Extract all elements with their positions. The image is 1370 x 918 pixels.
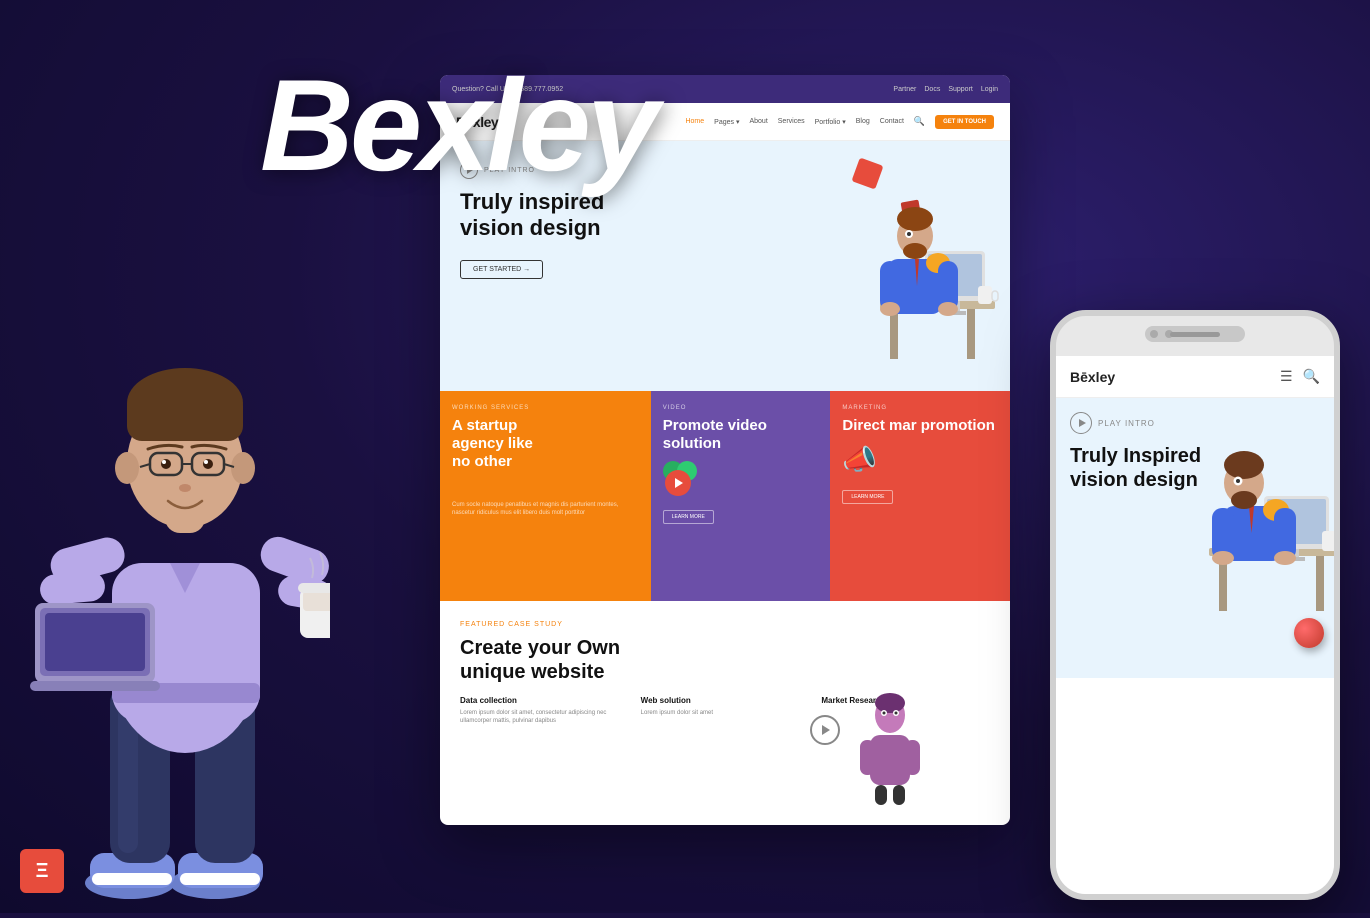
service-label-3: MARKETING: [842, 405, 998, 411]
mobile-screen: Bēxley ☰ 🔍 PLAY INTRO Truly Inspired vis…: [1056, 356, 1334, 894]
character-3d: [30, 233, 330, 913]
nav-item-contact[interactable]: Contact: [880, 118, 904, 125]
service-card-video: VIDEO Promote video solution LEARN MORE: [651, 391, 831, 601]
service-title-3: Direct mar promotion: [842, 417, 998, 435]
mobile-hero: PLAY INTRO Truly Inspired vision design: [1056, 398, 1334, 678]
desktop-services: WORKING SERVICES A startupagency likeno …: [440, 391, 1010, 601]
mobile-nav-icons: ☰ 🔍: [1280, 368, 1320, 385]
mobile-mockup: Bēxley ☰ 🔍 PLAY INTRO Truly Inspired vis…: [1050, 310, 1340, 900]
nav-item-pages[interactable]: Pages ▾: [714, 118, 739, 126]
mobile-nav: Bēxley ☰ 🔍: [1056, 356, 1334, 398]
nav-item-services[interactable]: Services: [778, 118, 805, 125]
service-card-marketing: MARKETING Direct mar promotion 📣 LEARN M…: [830, 391, 1010, 601]
mobile-play-label: PLAY INTRO: [1098, 419, 1155, 428]
mobile-play-circle[interactable]: [1070, 412, 1092, 434]
case-item-text-1: Lorem ipsum dolor sit amet, consectetur …: [460, 709, 629, 726]
case-item-title-2: Web solution: [641, 696, 810, 705]
video-play-button[interactable]: [665, 470, 691, 496]
service-title-2: Promote video solution: [663, 417, 819, 453]
case-item-data: Data collection Lorem ipsum dolor sit am…: [460, 696, 629, 726]
topbar-link-docs: Docs: [924, 86, 940, 93]
case-play-triangle: [822, 725, 830, 735]
case-item-web: Web solution Lorem ipsum dolor sit amet: [641, 696, 810, 726]
red-decorative-ball: [1294, 618, 1324, 648]
play-icon: [675, 478, 683, 488]
mobile-search-icon[interactable]: 🔍: [1303, 368, 1320, 385]
topbar-link-support: Support: [948, 86, 973, 93]
case-item-title-1: Data collection: [460, 696, 629, 705]
case-study-label: FEATURED CASE STUDY: [460, 621, 990, 628]
case-study-title: Create your Own unique website: [460, 636, 990, 684]
elementor-badge[interactable]: Ξ: [20, 849, 64, 893]
hero-worker-figure: [870, 171, 1000, 371]
nav-item-blog[interactable]: Blog: [856, 118, 870, 125]
case-study-figure: [850, 685, 930, 805]
service-card-startup: WORKING SERVICES A startupagency likeno …: [440, 391, 651, 601]
mobile-camera: [1150, 330, 1158, 338]
learn-more-video[interactable]: LEARN MORE: [663, 510, 714, 524]
mobile-logo: Bēxley: [1070, 369, 1115, 385]
elementor-symbol: Ξ: [36, 860, 49, 883]
nav-item-portfolio[interactable]: Portfolio ▾: [815, 118, 846, 126]
nav-search-icon[interactable]: 🔍: [914, 116, 925, 127]
video-icon-group: [663, 461, 713, 496]
case-study-play-button[interactable]: [810, 715, 840, 745]
service-label-2: VIDEO: [663, 405, 819, 411]
brand-title: Bexley: [260, 60, 655, 190]
hero-cta-button[interactable]: GET STARTED →: [460, 260, 543, 279]
mobile-hero-figure: [1204, 418, 1334, 618]
service-title-1: A startupagency likeno other: [452, 417, 639, 471]
megaphone-icon: 📣: [842, 443, 998, 476]
mobile-speaker: [1170, 332, 1220, 337]
mobile-play-triangle: [1079, 419, 1086, 427]
service-text-1: Cum socle natoque penatibus et magnis di…: [452, 501, 639, 518]
mobile-menu-icon[interactable]: ☰: [1280, 368, 1293, 385]
topbar-links: Partner Docs Support Login: [893, 86, 998, 93]
nav-item-about[interactable]: About: [749, 118, 767, 125]
topbar-link-partner: Partner: [893, 86, 916, 93]
nav-menu: Home Pages ▾ About Services Portfolio ▾ …: [685, 115, 994, 129]
nav-item-home[interactable]: Home: [685, 118, 704, 125]
topbar-link-login: Login: [981, 86, 998, 93]
desktop-case-study: FEATURED CASE STUDY Create your Own uniq…: [440, 601, 1010, 811]
case-item-text-2: Lorem ipsum dolor sit amet: [641, 709, 810, 717]
service-label-1: WORKING SERVICES: [452, 405, 639, 411]
nav-cta-button[interactable]: GET IN TOUCH: [935, 115, 994, 129]
learn-more-marketing[interactable]: LEARN MORE: [842, 490, 893, 504]
